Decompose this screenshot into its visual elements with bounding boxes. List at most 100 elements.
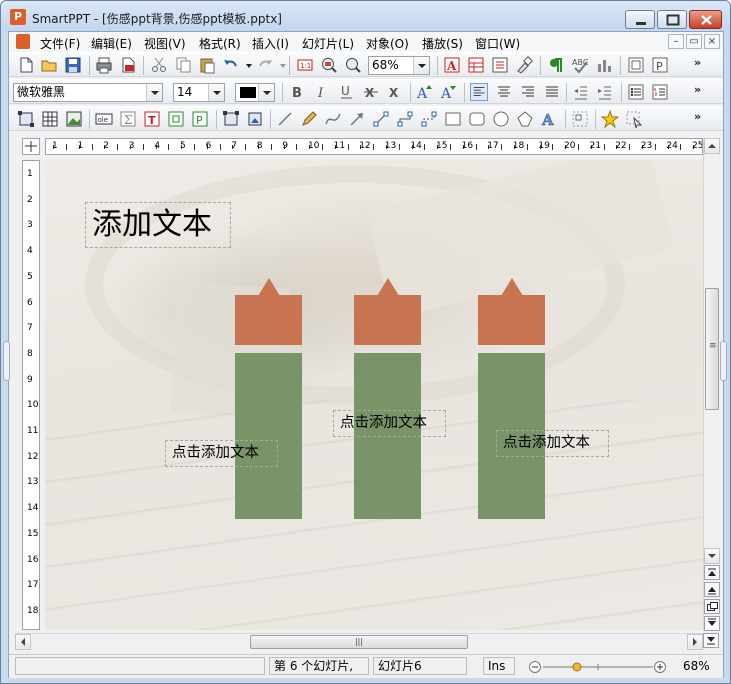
- vertical-scroll-thumb[interactable]: ≡: [705, 288, 719, 410]
- print-icon[interactable]: [95, 56, 113, 74]
- document-icon[interactable]: [16, 34, 30, 49]
- menu-file[interactable]: 文件(F): [40, 35, 80, 52]
- pencil-tool-icon[interactable]: [300, 110, 318, 128]
- format-painter-icon[interactable]: [515, 56, 533, 74]
- zoom-fit-icon[interactable]: [320, 56, 338, 74]
- clear-format-icon[interactable]: X: [386, 83, 404, 101]
- first-slide-button[interactable]: [704, 565, 720, 580]
- scroll-left-arrow[interactable]: [15, 634, 31, 650]
- cut-icon[interactable]: [150, 56, 168, 74]
- previous-slide-button[interactable]: [704, 582, 720, 597]
- chevron-down-icon[interactable]: [258, 84, 274, 101]
- menu-edit[interactable]: 编辑(E): [91, 35, 132, 52]
- bar-cap-2[interactable]: [354, 278, 421, 345]
- insert-table-icon[interactable]: [467, 56, 485, 74]
- spell-check-icon[interactable]: ABC: [571, 56, 589, 74]
- insert-frame-icon[interactable]: [167, 110, 185, 128]
- text-frame-icon[interactable]: [17, 110, 35, 128]
- increase-indent-icon[interactable]: [596, 83, 614, 101]
- insert-list-icon[interactable]: [491, 56, 509, 74]
- chevron-down-icon[interactable]: [413, 57, 429, 74]
- horizontal-scroll-thumb[interactable]: |||: [250, 635, 468, 649]
- table-frame-icon[interactable]: [41, 110, 59, 128]
- open-folder-icon[interactable]: [40, 56, 58, 74]
- ruler-corner[interactable]: [22, 138, 40, 155]
- export-pdf-icon[interactable]: [119, 56, 137, 74]
- document-frame-icon[interactable]: [627, 56, 645, 74]
- shapes-tool-icon[interactable]: [516, 110, 534, 128]
- menu-insert[interactable]: 插入(I): [252, 35, 289, 52]
- horizontal-scrollbar[interactable]: |||: [15, 633, 703, 650]
- page-icon[interactable]: P: [651, 56, 669, 74]
- bar-cap-3[interactable]: [478, 278, 545, 345]
- connector-tool-icon[interactable]: [372, 110, 390, 128]
- bar-cap-1[interactable]: [235, 278, 302, 345]
- right-splitter-grip[interactable]: [720, 341, 727, 381]
- status-insert-mode[interactable]: Ins: [483, 657, 515, 675]
- menu-view[interactable]: 视图(V): [144, 35, 186, 52]
- new-file-icon[interactable]: [17, 56, 35, 74]
- slide-canvas[interactable]: 添加文本 点击添加文本 点击添加文本 点击添加文本: [45, 160, 703, 630]
- close-button[interactable]: [689, 10, 722, 29]
- undo-icon[interactable]: [222, 56, 240, 74]
- line-tool-icon[interactable]: [276, 110, 294, 128]
- scroll-down-arrow[interactable]: [704, 548, 720, 564]
- menu-window[interactable]: 窗口(W): [475, 35, 520, 52]
- zoom-slider[interactable]: [529, 659, 669, 675]
- font-color-icon[interactable]: A: [443, 56, 461, 74]
- shrink-font-icon[interactable]: A: [440, 83, 458, 101]
- text-placeholder-3[interactable]: 点击添加文本: [496, 430, 609, 457]
- align-left-icon[interactable]: [470, 83, 488, 101]
- zoom-select[interactable]: 68%: [368, 56, 430, 75]
- menu-object[interactable]: 对象(O): [366, 35, 409, 52]
- font-size-select[interactable]: 14: [173, 83, 225, 102]
- last-slide-button[interactable]: [703, 633, 719, 648]
- text-color-select[interactable]: [235, 83, 275, 102]
- mdi-restore-button[interactable]: ▭: [686, 34, 702, 49]
- chart-icon[interactable]: [595, 56, 613, 74]
- arrow-tool-icon[interactable]: [348, 110, 366, 128]
- insert-text-icon[interactable]: T: [143, 110, 161, 128]
- dashed-connector-icon[interactable]: [420, 110, 438, 128]
- font-family-select[interactable]: 微软雅黑: [13, 83, 163, 102]
- ole-object-icon[interactable]: ole: [95, 110, 113, 128]
- select-frames-icon[interactable]: [222, 110, 240, 128]
- vertical-scrollbar[interactable]: ≡: [703, 138, 720, 631]
- copy-icon[interactable]: [174, 56, 192, 74]
- chevron-down-icon[interactable]: [208, 84, 224, 101]
- text-placeholder-1[interactable]: 点击添加文本: [165, 440, 278, 467]
- minimize-button[interactable]: [625, 10, 655, 29]
- align-center-icon[interactable]: [495, 83, 513, 101]
- bar-body-1[interactable]: [235, 353, 302, 519]
- paste-icon[interactable]: [198, 56, 216, 74]
- menu-format[interactable]: 格式(R): [199, 35, 241, 52]
- toolbar-overflow-button[interactable]: »: [694, 56, 701, 69]
- vertical-ruler[interactable]: 1 2 3 4 5 6 7 8 9 10 11 12 13 14 15 16 17 18: [22, 160, 40, 630]
- rounded-rectangle-icon[interactable]: [468, 110, 486, 128]
- zoom-icon[interactable]: [344, 56, 362, 74]
- numbered-list-icon[interactable]: [651, 83, 669, 101]
- scroll-right-arrow[interactable]: [687, 634, 703, 650]
- menu-slide[interactable]: 幻灯片(L): [302, 35, 354, 52]
- slide-title-textbox[interactable]: 添加文本: [85, 202, 231, 248]
- actual-size-icon[interactable]: 1:1: [296, 56, 314, 74]
- next-slide-button[interactable]: [704, 616, 720, 631]
- paragraph-marks-icon[interactable]: [547, 56, 565, 74]
- image-frame-icon[interactable]: [65, 110, 83, 128]
- toolbar-overflow-button[interactable]: »: [694, 110, 701, 123]
- star-icon[interactable]: [601, 110, 619, 128]
- underline-icon[interactable]: U: [338, 83, 356, 101]
- align-justify-icon[interactable]: [543, 83, 561, 101]
- maximize-button[interactable]: [657, 10, 687, 29]
- elbow-connector-icon[interactable]: [396, 110, 414, 128]
- slide-navigator-button[interactable]: [704, 599, 720, 614]
- mdi-close-button[interactable]: ×: [704, 34, 720, 49]
- menu-play[interactable]: 播放(S): [422, 35, 463, 52]
- title-bar[interactable]: P SmartPPT - [伤感ppt背景,伤感ppt模板.pptx]: [1, 1, 730, 31]
- grow-font-icon[interactable]: A: [416, 83, 434, 101]
- align-right-icon[interactable]: [519, 83, 537, 101]
- chevron-down-icon[interactable]: [146, 84, 162, 101]
- toolbar-overflow-button[interactable]: »: [694, 83, 701, 96]
- mdi-minimize-button[interactable]: –: [668, 34, 684, 49]
- scroll-up-arrow[interactable]: [704, 138, 720, 154]
